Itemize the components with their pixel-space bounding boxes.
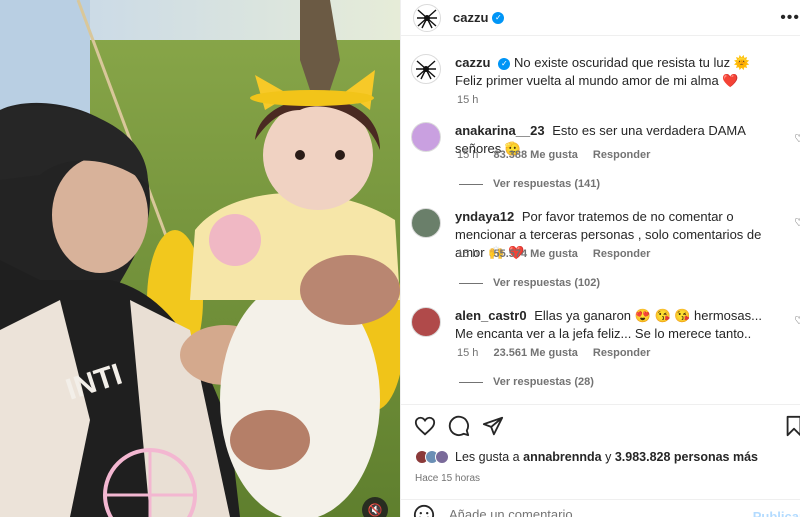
reply-button[interactable]: Responder (593, 347, 650, 359)
comment-time[interactable]: 15 h (457, 248, 478, 260)
post-panel: cazzu ✓ ••• cazzu ✓ No existe oscuridad q… (400, 0, 800, 517)
comment-likes[interactable]: 55.574 Me gusta (493, 248, 577, 260)
comment-username[interactable]: alen_castr0 (455, 308, 527, 323)
avatar[interactable] (411, 54, 441, 84)
heart-icon[interactable] (413, 414, 437, 438)
view-replies-label[interactable]: Ver respuestas (141) (493, 178, 600, 190)
view-replies-button[interactable]: Ver respuestas (141) (459, 178, 600, 190)
send-icon[interactable] (481, 414, 505, 438)
comment-like-heart-icon[interactable]: ♡ (794, 216, 800, 229)
reply-button[interactable]: Responder (593, 248, 650, 260)
avatar[interactable] (413, 3, 441, 32)
avatar (435, 450, 449, 464)
comment-input[interactable] (449, 507, 729, 517)
post-media[interactable]: INTI 🔇 (0, 0, 400, 517)
comment-likes[interactable]: 23.561 Me gusta (493, 347, 577, 359)
comment-meta: 15 h 83.388 Me gusta Responder (457, 149, 662, 161)
comment-username[interactable]: anakarina__23 (455, 123, 545, 138)
comment-like-heart-icon[interactable]: ♡ (794, 314, 800, 327)
heart-emoji: ❤️ (722, 73, 739, 88)
avatar[interactable] (411, 122, 441, 152)
volume-muted-icon[interactable]: 🔇 (362, 497, 388, 517)
caption-time[interactable]: 15 h (457, 94, 478, 106)
spider-logo-icon (416, 60, 436, 80)
comment-like-heart-icon[interactable]: ♡ (794, 132, 800, 145)
emoji-icon[interactable] (413, 504, 435, 517)
view-replies-button[interactable]: Ver respuestas (28) (459, 376, 594, 388)
comment-icon[interactable] (447, 414, 471, 438)
bookmark-icon[interactable] (782, 414, 800, 438)
divider (459, 282, 483, 284)
avatar[interactable] (411, 307, 441, 337)
verified-badge-icon: ✓ (498, 57, 511, 70)
comments-list[interactable]: cazzu ✓ No existe oscuridad que resista t… (401, 36, 800, 404)
view-replies-label[interactable]: Ver respuestas (102) (493, 277, 600, 289)
caption-username[interactable]: cazzu (455, 55, 490, 70)
view-replies-button[interactable]: Ver respuestas (102) (459, 277, 600, 289)
comment-time[interactable]: 15 h (457, 149, 478, 161)
caption-text: cazzu ✓ No existe oscuridad que resista t… (455, 54, 775, 90)
more-horizontal-icon[interactable]: ••• (780, 9, 800, 27)
add-comment-bar: Publicar (401, 499, 800, 517)
likes-prefix: Les gusta a (455, 450, 520, 464)
comment-username[interactable]: yndaya12 (455, 209, 514, 224)
caption-line-2: Feliz primer vuelta al mundo amor de mi … (455, 73, 719, 88)
list-item: alen_castr0 Ellas ya ganaron 😍 😘 😘 hermo… (411, 307, 800, 343)
reply-button[interactable]: Responder (593, 149, 650, 161)
likes-summary: Les gusta a annabrennda y 3.983.828 pers… (415, 450, 758, 464)
comment-meta: 15 h 55.574 Me gusta Responder (457, 248, 662, 260)
caption: cazzu ✓ No existe oscuridad que resista t… (411, 54, 800, 90)
author-username[interactable]: cazzu (453, 10, 488, 25)
comment-likes[interactable]: 83.388 Me gusta (493, 149, 577, 161)
liked-by-user[interactable]: annabrennda (523, 450, 602, 464)
likes-middle: y (605, 450, 612, 464)
divider (459, 381, 483, 383)
avatar[interactable] (411, 208, 441, 238)
caption-line-1: No existe oscuridad que resista tu luz (514, 55, 731, 70)
divider (459, 183, 483, 185)
action-icons (413, 414, 505, 438)
posted-time[interactable]: Hace 15 horas (415, 473, 480, 484)
post-comment-button[interactable]: Publicar (753, 509, 800, 517)
comment-time[interactable]: 15 h (457, 347, 478, 359)
sun-emoji: 🌞 (733, 55, 750, 70)
verified-badge-icon: ✓ (492, 11, 505, 24)
comment-meta: 15 h 23.561 Me gusta Responder (457, 347, 662, 359)
comment-text: alen_castr0 Ellas ya ganaron 😍 😘 😘 hermo… (455, 307, 775, 343)
post-actions: Les gusta a annabrennda y 3.983.828 pers… (401, 404, 800, 517)
view-replies-label[interactable]: Ver respuestas (28) (493, 376, 594, 388)
spider-logo-icon (417, 8, 437, 28)
post-header: cazzu ✓ ••• (401, 0, 800, 36)
post-video-frame: INTI (0, 0, 400, 517)
caption-meta: 15 h (457, 94, 490, 106)
likes-count[interactable]: 3.983.828 personas más (615, 450, 758, 464)
